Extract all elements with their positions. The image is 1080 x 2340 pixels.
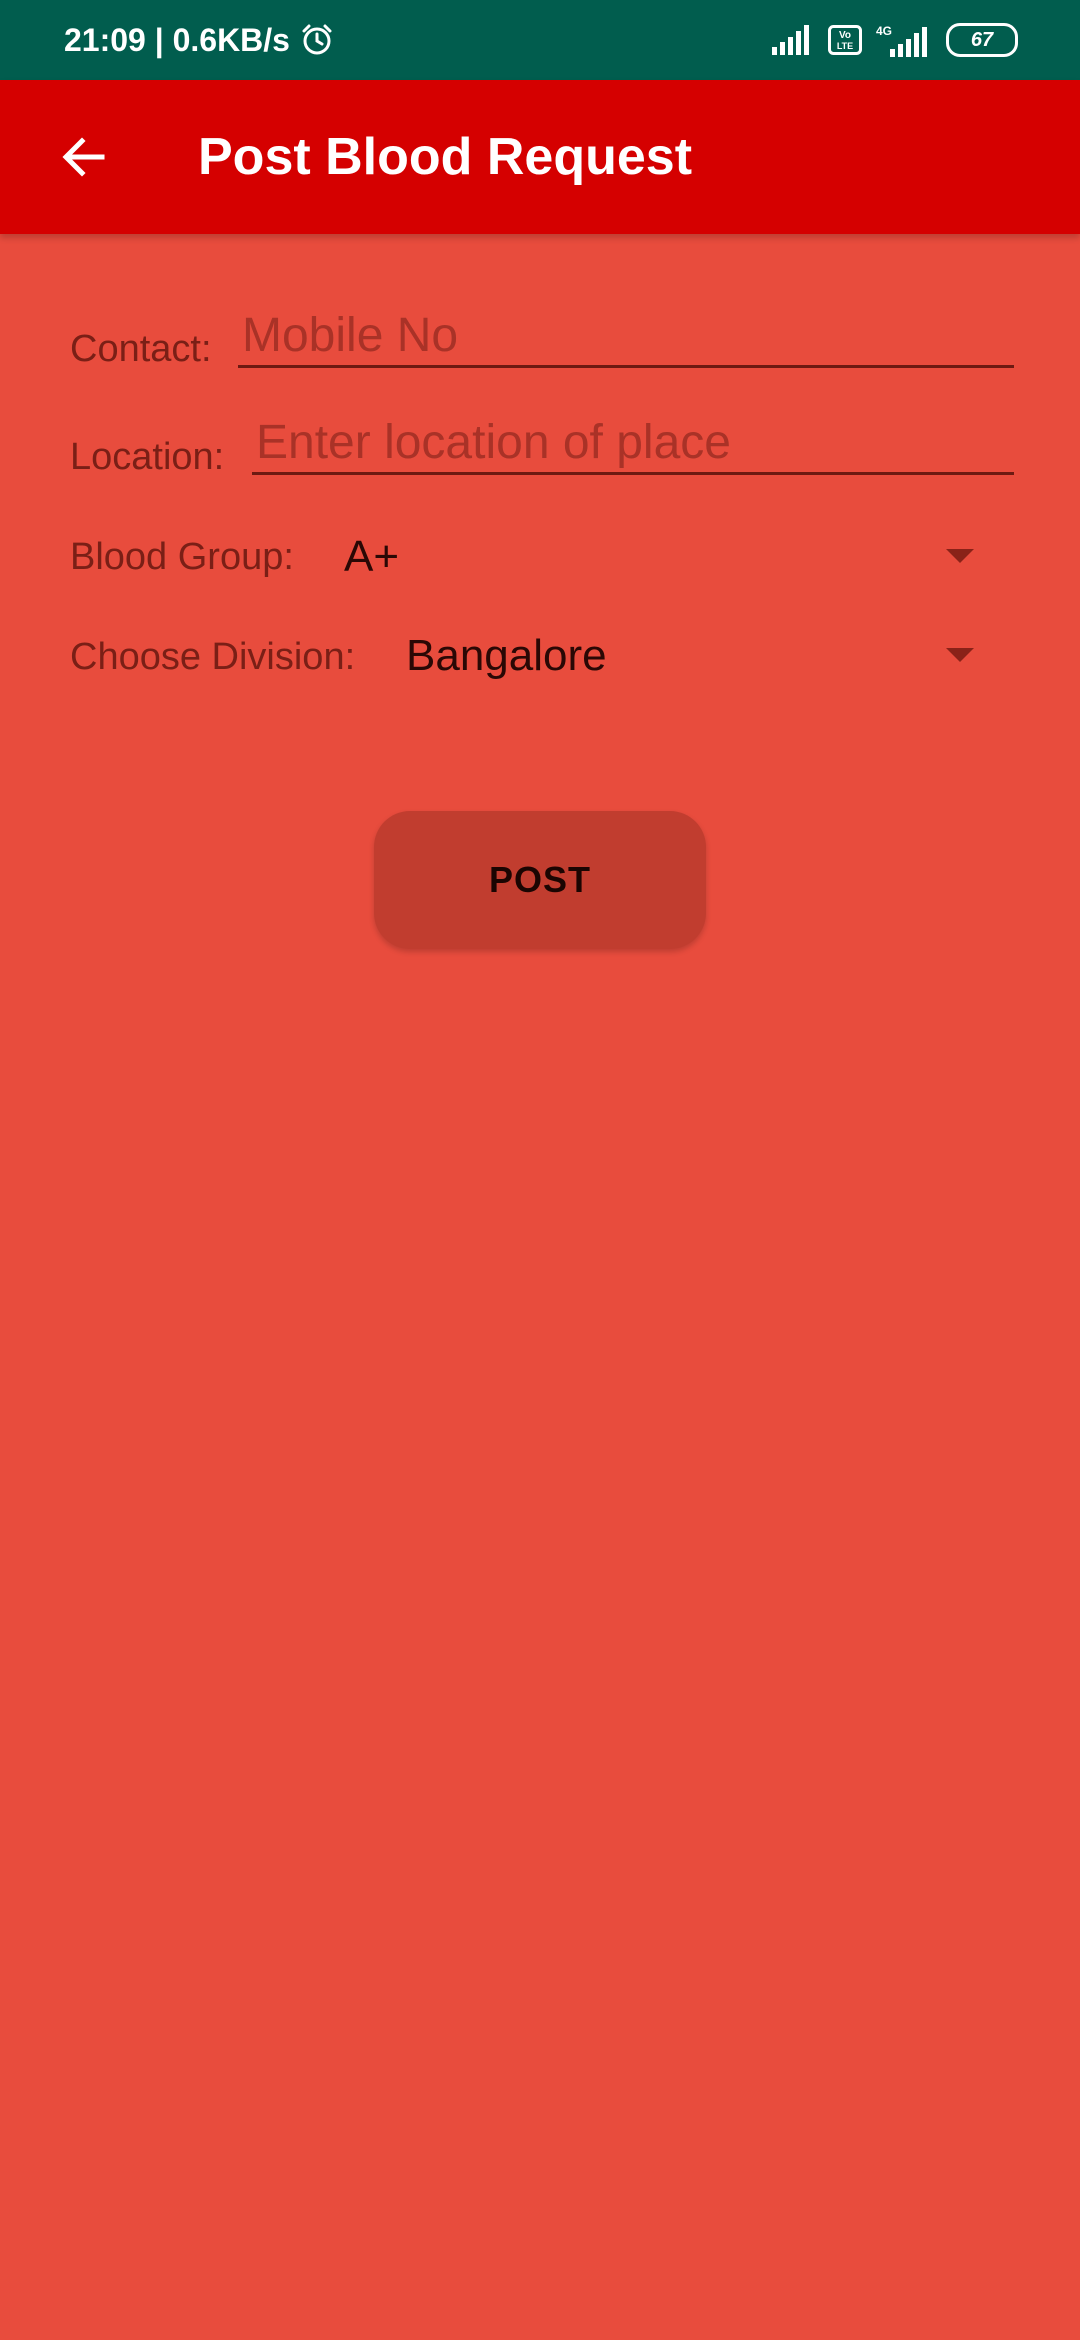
blood-group-label: Blood Group:: [70, 536, 294, 578]
blood-group-value: A+: [344, 532, 400, 581]
battery-icon: 67: [946, 23, 1018, 57]
svg-text:4G: 4G: [876, 24, 892, 38]
arrow-left-icon: [62, 137, 105, 177]
page-title: Post Blood Request: [198, 128, 693, 186]
chevron-down-icon: [946, 648, 974, 662]
app-bar: Post Blood Request: [0, 80, 1080, 234]
status-time-speed: 21:09 | 0.6KB/s: [64, 21, 290, 58]
location-input[interactable]: [252, 413, 1014, 475]
4g-signal-icon: 4G: [876, 23, 932, 57]
location-label: Location:: [70, 436, 225, 478]
division-label: Choose Division:: [70, 636, 356, 678]
back-button[interactable]: [44, 117, 124, 197]
blood-group-dropdown[interactable]: A+: [330, 515, 1000, 595]
chevron-down-icon: [946, 549, 974, 563]
status-bar: 21:09 | 0.6KB/s Vo LTE 4G 67: [0, 0, 1080, 80]
status-right: Vo LTE 4G 67: [772, 0, 1018, 80]
division-value: Bangalore: [406, 631, 607, 680]
volte-icon: Vo LTE: [828, 25, 862, 55]
contact-input[interactable]: [238, 306, 1014, 368]
alarm-icon: [300, 23, 334, 57]
svg-text:LTE: LTE: [837, 41, 853, 51]
division-dropdown[interactable]: Bangalore: [392, 614, 1000, 694]
signal-icon: [772, 25, 814, 55]
contact-label: Contact:: [70, 328, 212, 370]
svg-text:Vo: Vo: [839, 30, 851, 41]
battery-level: 67: [970, 28, 994, 51]
status-left: 21:09 | 0.6KB/s: [64, 0, 334, 80]
screen: 21:09 | 0.6KB/s Vo LTE 4G 67 Post Blood …: [0, 0, 1080, 2340]
post-button[interactable]: POST: [374, 811, 706, 949]
